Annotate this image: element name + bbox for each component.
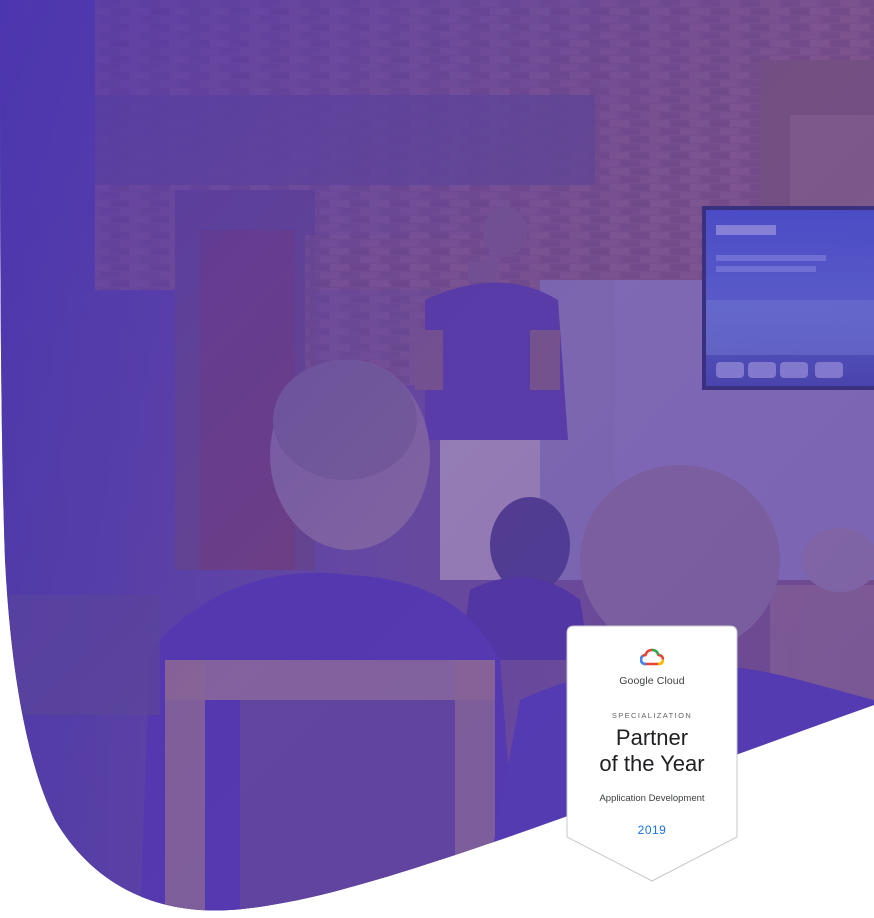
badge-title-line2: of the Year [599,751,705,776]
google-cloud-logo-icon [640,648,664,666]
badge-year: 2019 [637,823,667,837]
hero-section: Google Cloud SPECIALIZATION Partner of t… [0,0,874,918]
partner-badge: Google Cloud SPECIALIZATION Partner of t… [566,625,738,883]
hero-photo [0,0,874,911]
badge-title: Partner of the Year [566,725,738,777]
specialization-label: SPECIALIZATION [611,711,693,720]
badge-title-line1: Partner [615,725,689,750]
brand-name: Google Cloud [619,675,685,687]
badge-category: Application Development [599,793,705,804]
